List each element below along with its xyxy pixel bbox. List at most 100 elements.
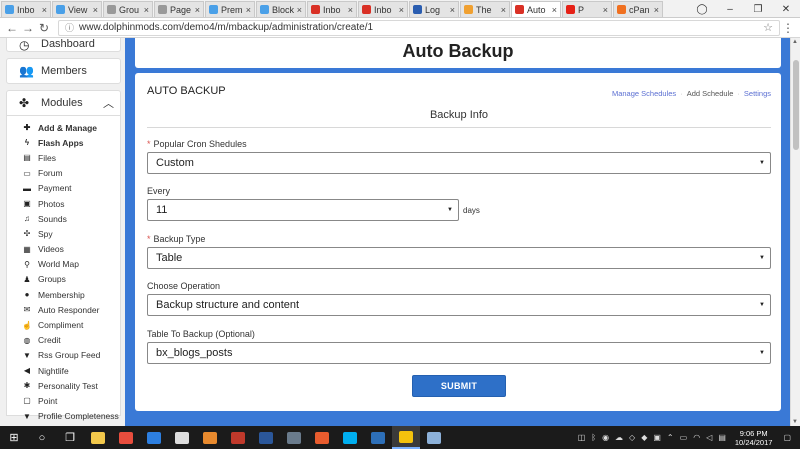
- close-window-button[interactable]: ✕: [772, 4, 800, 15]
- operation-select[interactable]: Backup structure and content ▼: [147, 294, 771, 316]
- browser-tab[interactable]: Prem ×: [205, 1, 255, 17]
- sidebar-module-item[interactable]: ◍ Credit: [7, 333, 120, 348]
- browser-tab[interactable]: View ×: [52, 1, 102, 17]
- tab-close-icon[interactable]: ×: [603, 5, 608, 15]
- notes-app[interactable]: [364, 426, 392, 449]
- sidebar-module-item[interactable]: ▢ Point: [7, 393, 120, 408]
- notification-icon[interactable]: ▢: [783, 433, 791, 442]
- wifi-icon[interactable]: ◠: [693, 433, 700, 442]
- search-icon[interactable]: ○: [28, 432, 56, 444]
- browser-tab[interactable]: Inbo ×: [1, 1, 51, 17]
- browser-tab[interactable]: cPan ×: [613, 1, 663, 17]
- browser-tab[interactable]: Block ×: [256, 1, 306, 17]
- tab-close-icon[interactable]: ×: [42, 5, 47, 15]
- paint-app[interactable]: [196, 426, 224, 449]
- url-field[interactable]: ⓘ www.dolphinmods.com/demo4/m/mbackup/ad…: [58, 19, 780, 36]
- browser-tab[interactable]: Log ×: [409, 1, 459, 17]
- sidebar-module-item[interactable]: ♟ Groups: [7, 272, 120, 287]
- filezilla-app[interactable]: [224, 426, 252, 449]
- sidebar-module-item[interactable]: ♫ Sounds: [7, 211, 120, 226]
- sidebar-module-item[interactable]: ▭ Forum: [7, 166, 120, 181]
- sidebar-module-item[interactable]: ▼ Profile Completeness: [7, 409, 120, 424]
- tab-close-icon[interactable]: ×: [144, 5, 149, 15]
- backup-type-select[interactable]: Table ▼: [147, 247, 771, 269]
- tray-icon[interactable]: ◆: [641, 433, 647, 442]
- browser-tab[interactable]: The ×: [460, 1, 510, 17]
- windows-start-icon[interactable]: ⊞: [0, 431, 28, 444]
- sidebar-item-modules[interactable]: ✤ Modules ︿: [6, 90, 121, 116]
- language-icon[interactable]: ▤: [718, 433, 726, 442]
- maximize-button[interactable]: ❐: [744, 4, 772, 15]
- sidebar-module-item[interactable]: ✣ Spy: [7, 226, 120, 241]
- tray-icon[interactable]: ☁: [615, 433, 623, 442]
- outlook-app[interactable]: [308, 426, 336, 449]
- volume-icon[interactable]: ◁: [706, 433, 712, 442]
- scrollbar-thumb[interactable]: [793, 60, 799, 150]
- sidebar-module-item[interactable]: ▦ Videos: [7, 242, 120, 257]
- reload-icon[interactable]: ↻: [36, 21, 52, 35]
- chevron-up-icon[interactable]: ⌃: [667, 433, 674, 442]
- tab-close-icon[interactable]: ×: [246, 5, 251, 15]
- page-scrollbar[interactable]: ▲ ▼: [790, 38, 800, 426]
- word-app[interactable]: [252, 426, 280, 449]
- photos-app[interactable]: [280, 426, 308, 449]
- tray-icon[interactable]: ◇: [629, 433, 635, 442]
- sidebar-module-item[interactable]: ☝ Compliment: [7, 317, 120, 332]
- sidebar-module-item[interactable]: ✚ Add & Manage: [7, 120, 120, 135]
- browser-tab[interactable]: Inbo ×: [358, 1, 408, 17]
- browser-tab[interactable]: Auto ×: [511, 1, 561, 17]
- profile-icon[interactable]: ◯: [688, 4, 716, 15]
- sidebar-module-item[interactable]: ✱ Personality Test: [7, 378, 120, 393]
- monitor-icon[interactable]: ▭: [680, 433, 688, 442]
- sidebar-item-members[interactable]: 👥 Members: [6, 58, 121, 84]
- store-app[interactable]: [112, 426, 140, 449]
- file-explorer-app[interactable]: [84, 426, 112, 449]
- sidebar-module-item[interactable]: ⚲ World Map: [7, 257, 120, 272]
- tab-close-icon[interactable]: ×: [297, 5, 302, 15]
- table-select[interactable]: bx_blogs_posts ▼: [147, 342, 771, 364]
- mail-app[interactable]: [168, 426, 196, 449]
- browser-tab[interactable]: Page ×: [154, 1, 204, 17]
- tab-close-icon[interactable]: ×: [399, 5, 404, 15]
- tab-close-icon[interactable]: ×: [501, 5, 506, 15]
- tool-app[interactable]: [420, 426, 448, 449]
- forward-icon[interactable]: →: [20, 21, 36, 35]
- bookmark-star-icon[interactable]: ☆: [763, 21, 773, 34]
- sidebar-module-item[interactable]: ▬ Payment: [7, 181, 120, 196]
- sidebar-module-item[interactable]: ◀ Nightlife: [7, 363, 120, 378]
- sidebar-module-item[interactable]: ▤ Files: [7, 150, 120, 165]
- tab-close-icon[interactable]: ×: [348, 5, 353, 15]
- tab-close-icon[interactable]: ×: [195, 5, 200, 15]
- sidebar-module-item[interactable]: ● Membership: [7, 287, 120, 302]
- sidebar-module-item[interactable]: ▣ Photos: [7, 196, 120, 211]
- clock[interactable]: 9:06 PM 10/24/2017: [735, 429, 773, 447]
- browser-tab[interactable]: Grou ×: [103, 1, 153, 17]
- edge-app[interactable]: [140, 426, 168, 449]
- manage-schedules-link[interactable]: Manage Schedules: [612, 89, 676, 98]
- tab-close-icon[interactable]: ×: [552, 5, 557, 15]
- cron-select[interactable]: Custom ▼: [147, 152, 771, 174]
- tray-icon[interactable]: ▣: [653, 433, 661, 442]
- minimize-button[interactable]: –: [716, 4, 744, 15]
- scroll-up-icon[interactable]: ▲: [792, 39, 798, 45]
- chevron-up-icon[interactable]: ︿: [103, 95, 114, 111]
- tray-icon[interactable]: ◫: [578, 433, 586, 442]
- back-icon[interactable]: ←: [4, 21, 20, 35]
- submit-button[interactable]: SUBMIT: [412, 375, 506, 397]
- scroll-down-icon[interactable]: ▼: [792, 419, 798, 425]
- sidebar-item-dashboard[interactable]: ◷ Dashboard: [6, 38, 121, 52]
- sidebar-module-item[interactable]: ✉ Auto Responder: [7, 302, 120, 317]
- tray-icon[interactable]: ◉: [602, 433, 609, 442]
- add-schedule-link[interactable]: Add Schedule: [687, 89, 734, 98]
- browser-tab[interactable]: P ×: [562, 1, 612, 17]
- tab-close-icon[interactable]: ×: [450, 5, 455, 15]
- tab-close-icon[interactable]: ×: [654, 5, 659, 15]
- every-select[interactable]: 11 ▼: [147, 199, 459, 221]
- browser-menu-icon[interactable]: ⋮: [780, 21, 796, 35]
- chrome-app[interactable]: [392, 426, 420, 449]
- sidebar-module-item[interactable]: ϟ Flash Apps: [7, 135, 120, 150]
- bluetooth-icon[interactable]: ᛒ: [591, 433, 596, 442]
- task-view-icon[interactable]: ❐: [56, 431, 84, 444]
- tab-close-icon[interactable]: ×: [93, 5, 98, 15]
- skype-app[interactable]: [336, 426, 364, 449]
